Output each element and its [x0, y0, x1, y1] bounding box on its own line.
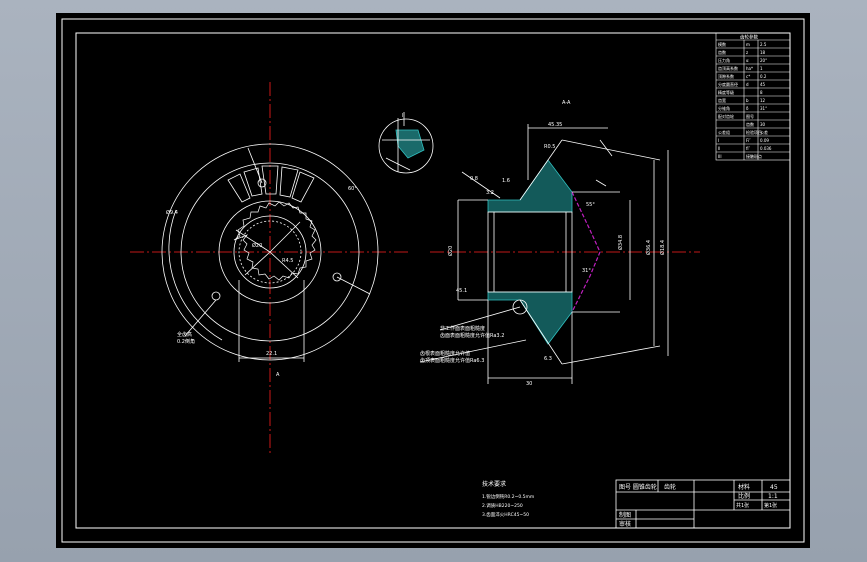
tech-title: 技术要求 — [482, 480, 506, 488]
dim-right-rt2: Ø36.4 — [645, 240, 652, 255]
param-cell: 0.036 — [760, 146, 772, 151]
drawing-sheet — [56, 13, 810, 548]
left-note-1: 全齿高 — [177, 331, 192, 338]
tb-quantity: 共1张 — [736, 502, 749, 509]
param-cell: 0.2 — [760, 74, 767, 79]
param-cell: II — [718, 146, 720, 151]
param-cell: 45 — [760, 82, 766, 87]
param-cell: 分锥角 — [718, 105, 730, 111]
param-cell: fi″ — [746, 146, 751, 151]
param-cell: 齿数 — [718, 49, 726, 55]
param-cell: 齿宽 — [718, 97, 726, 103]
dim-right-top: 45.35 — [548, 122, 562, 128]
tb-drawn: 制图 — [619, 511, 631, 519]
param-cell: 压力角 — [718, 57, 730, 63]
tb-scale-value: 1:1 — [768, 493, 778, 500]
dim-right-rt1: Ø34.8 — [617, 235, 624, 250]
left-side-label: Ø9.4 — [166, 209, 178, 216]
param-cell: Fi″ — [746, 138, 751, 143]
left-angle-label: 60° — [348, 186, 357, 192]
dim-angle-2: 55° — [586, 202, 595, 208]
param-cell: 齿顶高系数 — [718, 65, 738, 71]
dim-right-left-bottom: 45.1 — [456, 288, 467, 294]
param-cell: 图号 — [746, 113, 754, 119]
param-cell: 20° — [760, 58, 767, 63]
section-label: A-A — [562, 100, 571, 106]
param-cell: 公差组 — [718, 129, 730, 135]
param-cell: III — [718, 154, 722, 159]
tb-checked: 审核 — [619, 520, 631, 528]
tech-line-1: 1.锐边倒钝R0.2~0.5mm — [482, 493, 534, 500]
dim-left-inner: Ø20 — [252, 242, 262, 249]
param-cell: c* — [746, 74, 750, 79]
param-title: 齿轮参数 — [740, 34, 758, 41]
param-cell: 模数 — [718, 41, 726, 47]
leader-note-1: 非工作面表面粗糙度 — [440, 325, 485, 332]
param-cell: m — [746, 42, 750, 47]
dim-small-4: R0.5 — [544, 144, 555, 150]
param-cell: 齿数 — [746, 121, 754, 127]
tech-line-2: 2.调质HB220~250 — [482, 502, 523, 509]
dim-small-5: 6.3 — [544, 356, 552, 362]
leader-note-4: 齿顶表面粗糙度允许值Ra6.3 — [420, 357, 484, 364]
dim-left-vert: Ø20 — [447, 246, 454, 256]
tb-sheet: 第1张 — [764, 502, 777, 509]
dim-small-2: 3.2 — [486, 190, 494, 196]
cad-viewport: 22.1 Ø20 R4.5 A 全齿高 0.2倒角 60° Ø9.4 I A-A… — [0, 0, 867, 562]
leader-note-2: 齿面表面粗糙度允许值Ra3.2 — [440, 332, 504, 339]
left-note-2: 0.2倒角 — [177, 338, 195, 345]
param-cell: 2.5 — [760, 42, 767, 47]
param-cell: 配对齿轮 — [718, 113, 734, 119]
param-cell: ha* — [746, 66, 753, 71]
param-cell: z — [746, 50, 748, 55]
param-cell: I — [718, 138, 719, 143]
param-cell: 公差 — [760, 129, 768, 135]
dim-left-bottom: 22.1 — [266, 351, 277, 357]
param-cell: 顶隙系数 — [718, 73, 734, 79]
dim-right-bottom: 30 — [526, 381, 532, 387]
param-cell: 分度圆直径 — [718, 81, 738, 87]
tech-line-3: 3.齿面淬火HRC45~50 — [482, 511, 529, 518]
left-view-label: A — [276, 372, 280, 378]
cad-drawing: 22.1 Ø20 R4.5 A 全齿高 0.2倒角 60° Ø9.4 I A-A… — [56, 13, 810, 548]
param-cell: α — [746, 58, 749, 63]
param-cell: 18 — [760, 50, 766, 55]
param-cell: 12 — [760, 98, 766, 103]
dim-small-3: 1.6 — [502, 178, 510, 184]
detail-label: I — [402, 113, 403, 119]
tb-material-label: 材料 — [738, 483, 750, 491]
tb-drawing-name: 图号 圆锥齿轮 — [619, 483, 657, 491]
dim-angle-3: 31° — [582, 268, 591, 274]
dim-left-spline: R4.5 — [282, 258, 293, 264]
param-cell: 0.09 — [760, 138, 769, 143]
param-cell: 30 — [760, 122, 766, 127]
tb-part-type: 齿轮 — [664, 483, 676, 491]
param-cell: 接触斑点 — [746, 153, 762, 159]
dim-right-rt3: Ø18.4 — [659, 240, 666, 255]
param-cell: 精度等级 — [718, 89, 734, 95]
param-cell: 31° — [760, 106, 767, 111]
tb-material-value: 45 — [770, 484, 778, 491]
leader-note-3: 齿根表面粗糙度允许值 — [420, 350, 470, 357]
dim-small-1: 0.8 — [470, 176, 478, 182]
tb-scale-label: 比例 — [738, 492, 750, 500]
